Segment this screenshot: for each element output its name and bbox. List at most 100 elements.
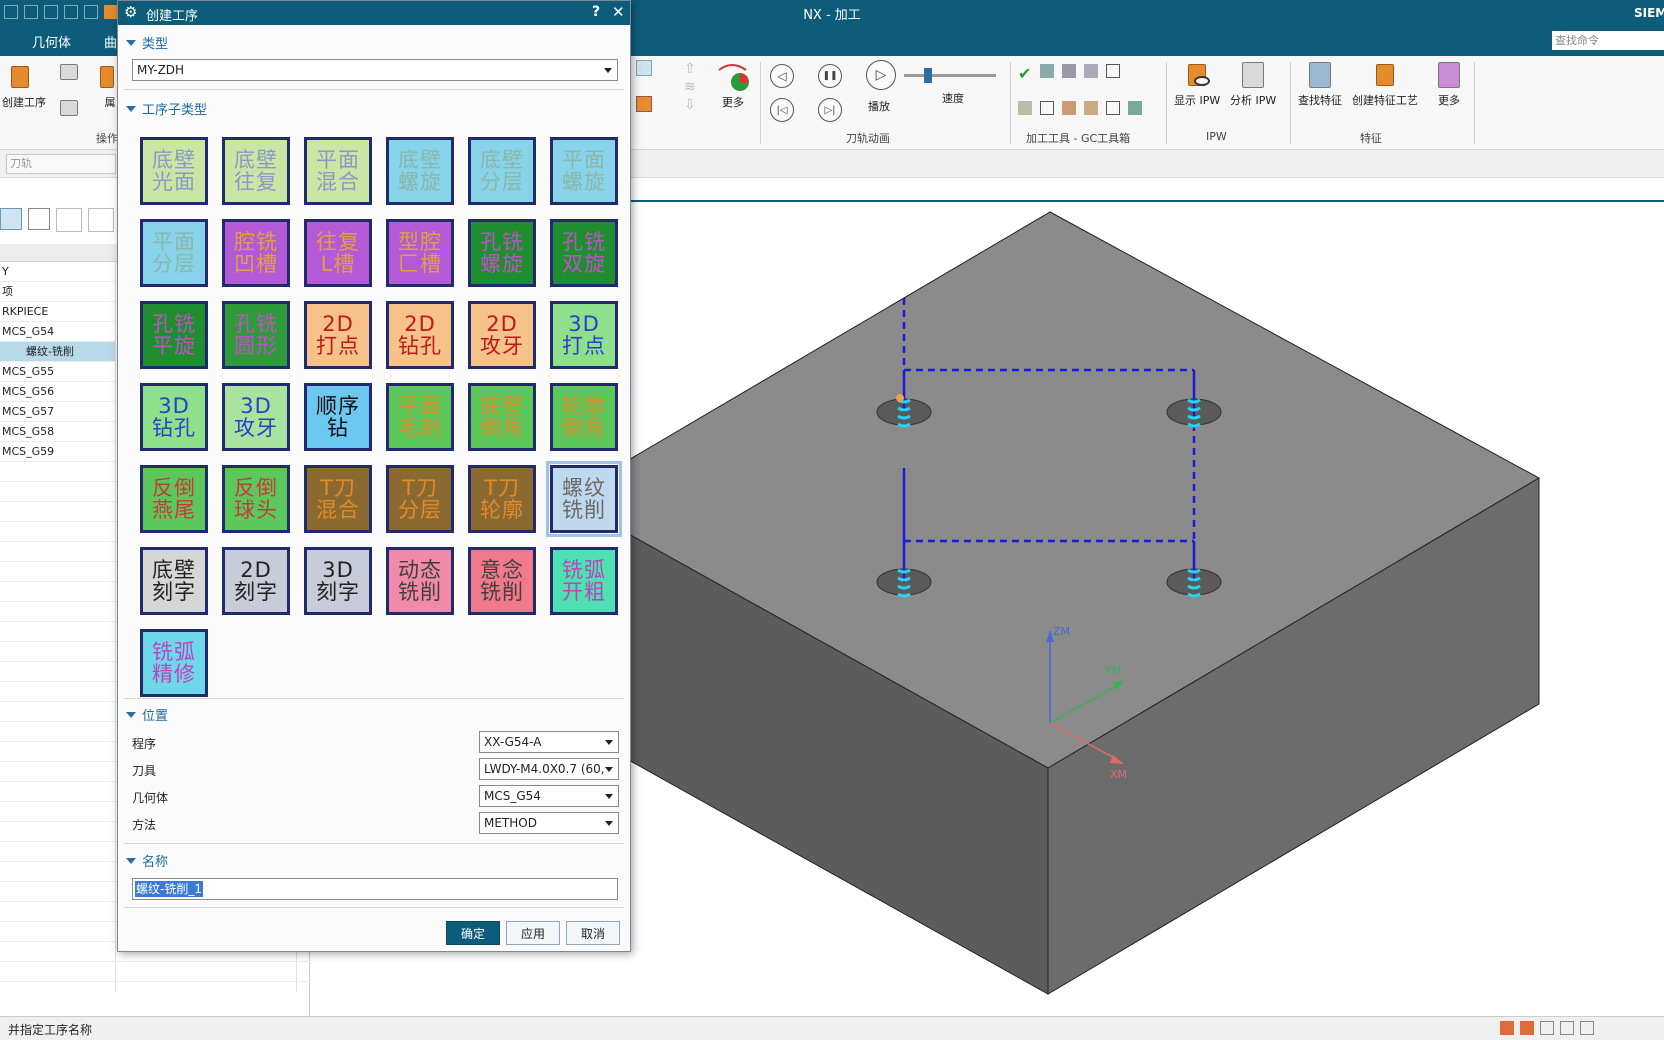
arrow-up-icon[interactable]: ⇧ [684,60,702,78]
subtype-tile[interactable]: 意念铣削 [468,547,536,615]
tray-icon-1[interactable] [1500,1021,1514,1035]
tree-row[interactable]: MCS_G58 [0,422,115,442]
arrow-down-icon[interactable]: ⇩ [684,96,702,114]
subtype-tile[interactable]: 3D攻牙 [222,383,290,451]
tree-row[interactable]: Y [0,262,115,282]
settings-icon[interactable] [1580,1021,1594,1035]
gc-tool-icon-3[interactable] [1062,64,1076,78]
tray-icon-3[interactable] [1540,1021,1554,1035]
close-icon[interactable]: ✕ [612,3,625,21]
speed-slider[interactable] [904,68,996,83]
subtype-tile[interactable]: 底壁分层 [468,137,536,205]
subtype-tile[interactable]: 平面混合 [304,137,372,205]
forward-icon[interactable]: ▷| [818,98,842,122]
program-view-icon[interactable] [0,208,22,230]
subtype-tile[interactable]: 孔铣圆形 [222,301,290,369]
gc-tool-icon-7[interactable] [1040,101,1054,115]
create-tool-button[interactable] [54,96,88,130]
rewind-icon[interactable]: |◁ [770,98,794,122]
subtype-tile[interactable]: 底壁刻字 [140,547,208,615]
subtype-tile[interactable]: 平面螺旋 [550,137,618,205]
more-features-button[interactable]: 更多 [1432,58,1466,108]
play-icon[interactable]: ▷ [866,60,896,90]
gc-tool-icon-9[interactable] [1084,101,1098,115]
subtype-tile[interactable]: 底壁倒角 [468,383,536,451]
name-section-header[interactable]: 名称 [126,851,168,870]
tool-select[interactable]: LWDY-M4.0X0.7 (60, [479,758,619,780]
gc-tool-icon-11[interactable] [1128,101,1142,115]
tree-row[interactable]: RKPIECE [0,302,115,322]
subtype-tile[interactable]: 铣弧精修 [140,629,208,697]
layers-icon[interactable]: ≋ [684,78,702,96]
subtype-tile[interactable]: 2D打点 [304,301,372,369]
machine-view-icon[interactable] [28,208,50,230]
subtype-tile[interactable]: 底壁往复 [222,137,290,205]
gc-tool-icon-2[interactable] [1040,64,1054,78]
subtype-section-header[interactable]: 工序子类型 [126,99,207,118]
subtype-tile[interactable]: 螺纹铣削 [546,461,622,537]
speed-slider-thumb[interactable] [924,68,932,83]
create-feature-process-button[interactable]: 创建特征工艺 [1352,58,1418,108]
filter-input[interactable]: 刀轨 [6,154,116,174]
subtype-tile[interactable]: 型腔匚槽 [386,219,454,287]
subtype-tile[interactable]: 铣弧开粗 [550,547,618,615]
subtype-tile[interactable]: 平面分层 [140,219,208,287]
position-section-header[interactable]: 位置 [126,705,168,724]
tab-geometry[interactable]: 几何体 [32,32,71,51]
gc-tool-icon-6[interactable] [1018,101,1032,115]
tree-row[interactable]: MCS_G57 [0,402,115,422]
tree-row[interactable]: MCS_G54 [0,322,115,342]
subtype-tile[interactable]: 反倒球头 [222,465,290,533]
subtype-tile[interactable]: T刀轮廓 [468,465,536,533]
subtype-tile[interactable]: 2D刻字 [222,547,290,615]
more-button[interactable]: 更多 [716,60,750,110]
create-program-button[interactable] [54,60,88,94]
tree-row[interactable]: 项 [0,282,115,302]
operation-name-input[interactable]: 螺纹-铣削_1 [132,878,618,900]
subtype-tile[interactable]: 孔铣平旋 [140,301,208,369]
subtype-tile[interactable]: 3D刻字 [304,547,372,615]
subtype-tile[interactable]: 孔铣螺旋 [468,219,536,287]
tab-curve[interactable]: 曲 [104,32,117,51]
subtype-tile[interactable]: 平面毛刺 [386,383,454,451]
add-view-icon[interactable] [56,208,82,232]
analyze-ipw-button[interactable]: 分析 IPW [1230,58,1276,108]
subtype-tile[interactable]: 顺序钻 [304,383,372,451]
step-back-icon[interactable]: ◁ [770,64,794,88]
gc-tool-icon-8[interactable] [1062,101,1076,115]
gc-tool-icon-5[interactable] [1106,64,1120,78]
subtype-tile[interactable]: 轮廓倒角 [550,383,618,451]
tray-icon-2[interactable] [1520,1021,1534,1035]
apply-button[interactable]: 应用 [506,921,560,945]
command-search-input[interactable]: 查找命令 [1552,31,1664,50]
subtype-tile[interactable]: 腔铣凹槽 [222,219,290,287]
type-select[interactable]: MY-ZDH [132,59,618,81]
subtype-tile[interactable]: 底壁光面 [140,137,208,205]
subtype-tile[interactable]: 往复L槽 [304,219,372,287]
subtype-tile[interactable]: 孔铣双旋 [550,219,618,287]
geometry-select[interactable]: MCS_G54 [479,785,619,807]
create-operation-button[interactable]: 创建工序 [2,60,46,110]
program-select[interactable]: XX-G54-A [479,731,619,753]
cancel-button[interactable]: 取消 [566,921,620,945]
method-select[interactable]: METHOD [479,812,619,834]
subtype-tile[interactable]: 底壁螺旋 [386,137,454,205]
tool-path-icon[interactable] [636,96,652,112]
gc-tool-icon-4[interactable] [1084,64,1098,78]
view-icon[interactable] [636,60,652,76]
subtype-tile[interactable]: T刀混合 [304,465,372,533]
tree-row[interactable]: 螺纹-铣削 [0,342,115,362]
show-ipw-button[interactable]: 显示 IPW [1174,58,1220,108]
tree-row[interactable]: MCS_G55 [0,362,115,382]
tree-row[interactable]: MCS_G59 [0,442,115,462]
subtype-tile[interactable]: 2D攻牙 [468,301,536,369]
gc-tool-icon-10[interactable] [1106,101,1120,115]
subtype-tile[interactable]: 3D钻孔 [140,383,208,451]
tree-row[interactable]: MCS_G56 [0,382,115,402]
pause-icon[interactable]: ❚❚ [818,64,842,88]
remove-view-icon[interactable] [88,208,114,232]
ok-button[interactable]: 确定 [446,921,500,945]
help-icon[interactable]: ? [592,4,600,20]
check-icon[interactable]: ✔ [1018,64,1040,83]
find-feature-button[interactable]: 查找特征 [1298,58,1342,108]
